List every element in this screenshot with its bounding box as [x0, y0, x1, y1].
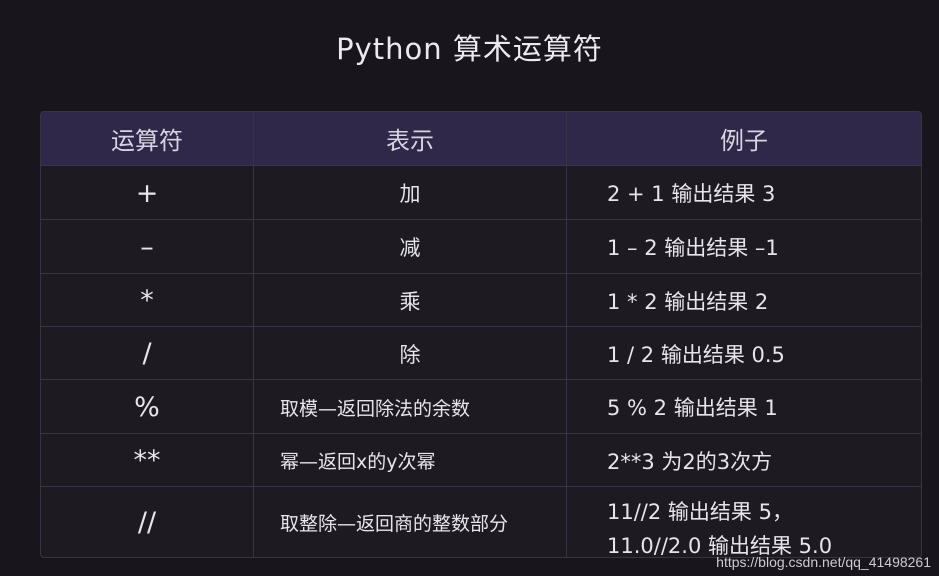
example-cell: 1 / 2 输出结果 0.5: [566, 327, 921, 380]
example-cell: 1 – 2 输出结果 –1: [566, 220, 921, 274]
table-row: – 减 1 – 2 输出结果 –1: [41, 219, 921, 274]
header-operator: 运算符: [111, 127, 183, 155]
meaning-cell: 除: [253, 327, 566, 380]
meaning-cell: 取整除—返回商的整数部分: [253, 487, 566, 557]
table-row: + 加 2 + 1 输出结果 3: [41, 165, 921, 220]
table-row: ** 幂—返回x的y次幂 2**3 为2的3次方: [41, 433, 921, 487]
example-cell: 1 * 2 输出结果 2: [566, 274, 921, 327]
table-row: % 取模—返回除法的余数 5 % 2 输出结果 1: [41, 379, 921, 434]
example-cell: 2 + 1 输出结果 3: [566, 166, 921, 220]
operators-table: 运算符 表示 例子 + 加 2 + 1 输出结果 3 – 减 1 – 2 输出结…: [40, 111, 922, 558]
header-example: 例子: [566, 112, 921, 165]
table-row: // 取整除—返回商的整数部分 11//2 输出结果 5， 11.0//2.0 …: [41, 486, 921, 557]
operator-cell: +: [135, 177, 159, 209]
page-title: Python 算术运算符: [336, 32, 603, 66]
example-cell: 2**3 为2的3次方: [566, 434, 921, 487]
table-row: * 乘 1 * 2 输出结果 2: [41, 273, 921, 327]
operator-cell: **: [133, 445, 161, 476]
header-meaning: 表示: [253, 112, 566, 165]
table-header-row: 运算符 表示 例子: [41, 112, 921, 165]
operator-cell: //: [137, 507, 157, 538]
meaning-cell: 减: [253, 220, 566, 274]
watermark: https://blog.csdn.net/qq_41498261: [716, 554, 931, 570]
meaning-cell: 取模—返回除法的余数: [253, 380, 566, 434]
operator-cell: %: [134, 391, 160, 423]
table-row: / 除 1 / 2 输出结果 0.5: [41, 326, 921, 380]
example-cell: 11//2 输出结果 5， 11.0//2.0 输出结果 5.0: [566, 487, 921, 557]
operator-cell: *: [140, 285, 154, 316]
meaning-cell: 乘: [253, 274, 566, 327]
meaning-cell: 加: [253, 166, 566, 220]
example-line-1: 11//2 输出结果 5，: [607, 500, 793, 524]
meaning-cell: 幂—返回x的y次幂: [253, 434, 566, 487]
operator-cell: –: [140, 231, 154, 263]
example-cell: 5 % 2 输出结果 1: [566, 380, 921, 434]
operator-cell: /: [142, 338, 152, 369]
